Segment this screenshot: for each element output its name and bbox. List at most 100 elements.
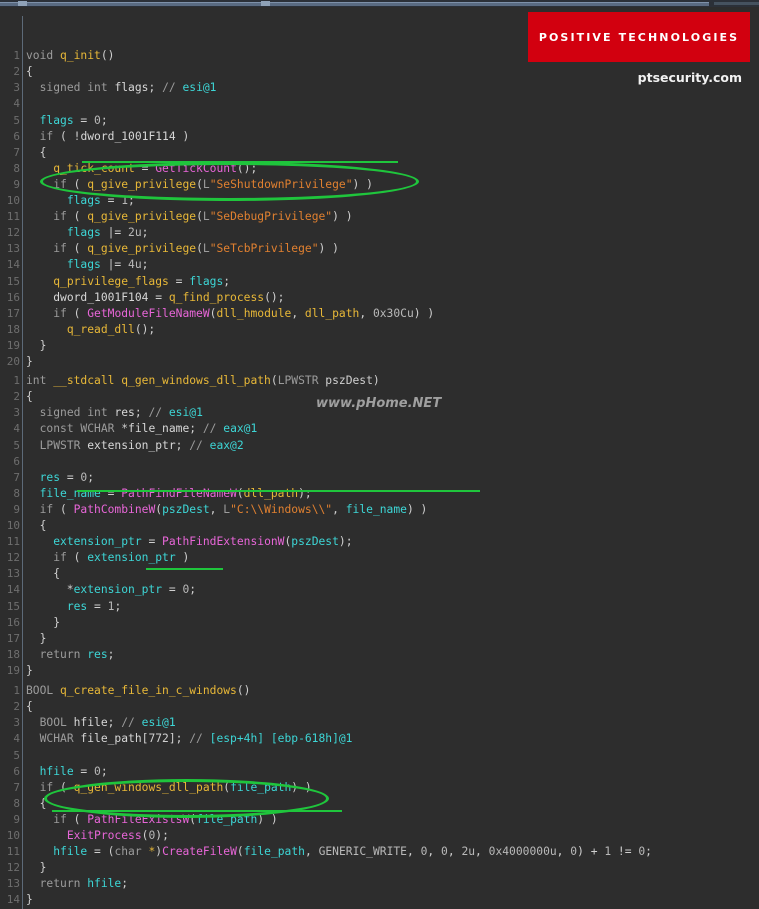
decompiler-pseudocode-q_create_file_in_c_windows[interactable]: 1 BOOL q_create_file_in_c_windows() 2 {3 … xyxy=(0,651,759,909)
code-line[interactable]: 12 flags |= 2u; xyxy=(0,225,759,241)
code-line[interactable]: 17 } xyxy=(0,631,759,647)
code-line[interactable]: 15 q_privilege_flags = flags; xyxy=(0,274,759,290)
code-line-text: signed int res; // esi@1 xyxy=(22,405,203,421)
code-line[interactable]: 17 if ( GetModuleFileNameW(dll_hmodule, … xyxy=(0,306,759,322)
code-line[interactable]: 13 if ( q_give_privilege(L"SeTcbPrivileg… xyxy=(0,241,759,257)
code-line-text: } xyxy=(22,860,47,876)
token-cmt: // xyxy=(189,438,210,452)
code-line[interactable]: 5 xyxy=(0,748,759,764)
token-fn: q_gen_windows_dll_path xyxy=(121,374,271,388)
code-line-text: flags |= 4u; xyxy=(22,257,149,273)
token-api: PathFindFileNameW xyxy=(121,486,237,500)
code-line[interactable]: 8 { xyxy=(0,796,759,812)
token-num: 0 xyxy=(94,764,101,778)
token-pn xyxy=(26,813,53,826)
code-line[interactable]: 18 q_read_dll(); xyxy=(0,322,759,338)
code-line[interactable]: 7 res = 0; xyxy=(0,470,759,486)
line-number: 5 xyxy=(13,748,20,762)
code-line[interactable]: 3 BOOL hfile; // esi@1 xyxy=(0,715,759,731)
code-line-text: *extension_ptr = 0; xyxy=(22,582,196,598)
code-line[interactable]: 8 q_tick_count = GetTickCount(); xyxy=(0,161,759,177)
code-line[interactable]: 11 if ( q_give_privilege(L"SeDebugPrivil… xyxy=(0,209,759,225)
code-line[interactable]: 12 } xyxy=(0,860,759,876)
token-pn: != xyxy=(611,845,639,859)
code-line[interactable]: 2 { xyxy=(0,699,759,715)
code-line[interactable]: 11 hfile = (char *)CreateFileW(file_path… xyxy=(0,844,759,860)
token-num: GENERIC_WRITE xyxy=(318,845,407,859)
code-line[interactable]: 5 flags = 0; xyxy=(0,113,759,129)
code-line[interactable]: 1 BOOL q_create_file_in_c_windows() xyxy=(0,683,759,699)
code-line[interactable]: 7 { xyxy=(0,145,759,161)
token-pn: ; xyxy=(141,226,149,240)
code-line[interactable]: 1 int __stdcall q_gen_windows_dll_path(L… xyxy=(0,373,759,389)
code-line[interactable]: 9 if ( q_give_privilege(L"SeShutdownPriv… xyxy=(0,177,759,193)
token-pn: ; xyxy=(100,113,108,127)
code-line[interactable]: 11 extension_ptr = PathFindExtensionW(ps… xyxy=(0,534,759,550)
token-var: res xyxy=(39,470,61,484)
token-pn xyxy=(26,551,53,564)
code-line[interactable]: 15 res = 1; xyxy=(0,599,759,615)
token-pn: ( xyxy=(196,177,203,191)
code-line[interactable]: 6 xyxy=(0,454,759,470)
token-kw: if xyxy=(53,177,67,191)
code-line[interactable]: 10 { xyxy=(0,518,759,534)
code-line[interactable]: 13 return hfile; xyxy=(0,876,759,892)
code-line[interactable]: 12 if ( extension_ptr ) xyxy=(0,550,759,566)
code-line-text: LPWSTR extension_ptr; // eax@2 xyxy=(22,438,244,454)
decompiler-pseudocode-q_gen_windows_dll_path[interactable]: 1 int __stdcall q_gen_windows_dll_path(L… xyxy=(0,341,759,679)
code-line[interactable]: 10 flags = 1; xyxy=(0,193,759,209)
code-line[interactable]: 8 file_name = PathFindFileNameW(dll_path… xyxy=(0,486,759,502)
code-line-text: q_tick_count = GetTickCount(); xyxy=(22,161,257,177)
token-pn: ) ) xyxy=(257,812,278,826)
code-line[interactable]: 4 xyxy=(0,96,759,112)
code-line[interactable]: 13 { xyxy=(0,566,759,582)
gutter-spacer xyxy=(20,96,22,112)
code-line[interactable]: 16 dword_1001F104 = q_find_process(); xyxy=(0,290,759,306)
token-num: 2u xyxy=(461,845,476,859)
token-fn: q_give_privilege xyxy=(87,242,197,256)
code-line[interactable]: 4 const WCHAR *file_name; // eax@1 xyxy=(0,421,759,437)
code-line-text: int __stdcall q_gen_windows_dll_path(LPW… xyxy=(22,373,380,389)
code-line[interactable]: 10 ExitProcess(0); xyxy=(0,828,759,844)
line-number: 3 xyxy=(13,81,20,95)
logo-red-box: POSITIVE TECHNOLOGIES xyxy=(528,12,750,62)
token-reg: esi@1 xyxy=(141,716,176,730)
token-pn: ); xyxy=(155,829,169,843)
token-var: hfile xyxy=(53,845,88,859)
code-line[interactable]: 6 if ( !dword_1001F114 ) xyxy=(0,129,759,145)
code-line[interactable]: 5 LPWSTR extension_ptr; // eax@2 xyxy=(0,438,759,454)
code-line[interactable]: 16 } xyxy=(0,615,759,631)
token-pn: = ( xyxy=(87,845,115,859)
code-line[interactable]: 14 flags |= 4u; xyxy=(0,257,759,273)
token-kw: L xyxy=(202,210,210,224)
token-num: 0x4000000u xyxy=(488,845,557,859)
line-number: 2 xyxy=(13,700,20,714)
token-api: PathFileExistsW xyxy=(87,812,190,826)
watermark-text: www.pHome.NET xyxy=(316,396,442,411)
token-pn: pszDest) xyxy=(318,374,380,388)
code-line[interactable]: 7 if ( q_gen_windows_dll_path(file_path)… xyxy=(0,780,759,796)
code-line-text: { xyxy=(22,389,33,405)
code-line[interactable]: 4 WCHAR file_path[772]; // [esp+4h] [ebp… xyxy=(0,731,759,747)
token-kw: if xyxy=(53,306,67,320)
code-line-text: extension_ptr = PathFindExtensionW(pszDe… xyxy=(22,534,352,550)
code-line-text: { xyxy=(22,64,33,80)
code-line[interactable]: 6 hfile = 0; xyxy=(0,764,759,780)
token-cmt: // xyxy=(121,716,142,730)
code-line[interactable]: 14 } xyxy=(0,892,759,908)
token-pn xyxy=(26,275,53,288)
code-line-text: BOOL hfile; // esi@1 xyxy=(22,715,176,731)
token-pn: (); xyxy=(134,322,156,336)
code-line-text: } xyxy=(22,631,47,647)
token-var: file_name xyxy=(345,502,407,516)
code-line[interactable]: 9 if ( PathCombineW(pszDest, L"C:\\Windo… xyxy=(0,502,759,518)
code-line[interactable]: 14 *extension_ptr = 0; xyxy=(0,582,759,598)
code-line-text: res = 1; xyxy=(22,599,121,615)
token-pn: ) ) xyxy=(318,242,339,256)
code-line[interactable]: 9 if ( PathFileExistsW(file_path) ) xyxy=(0,812,759,828)
token-pn: ; xyxy=(114,599,122,613)
code-line-text: flags = 0; xyxy=(22,113,108,129)
token-pn xyxy=(26,323,67,336)
code-line-text: hfile = 0; xyxy=(22,764,108,780)
token-pn xyxy=(26,422,40,435)
